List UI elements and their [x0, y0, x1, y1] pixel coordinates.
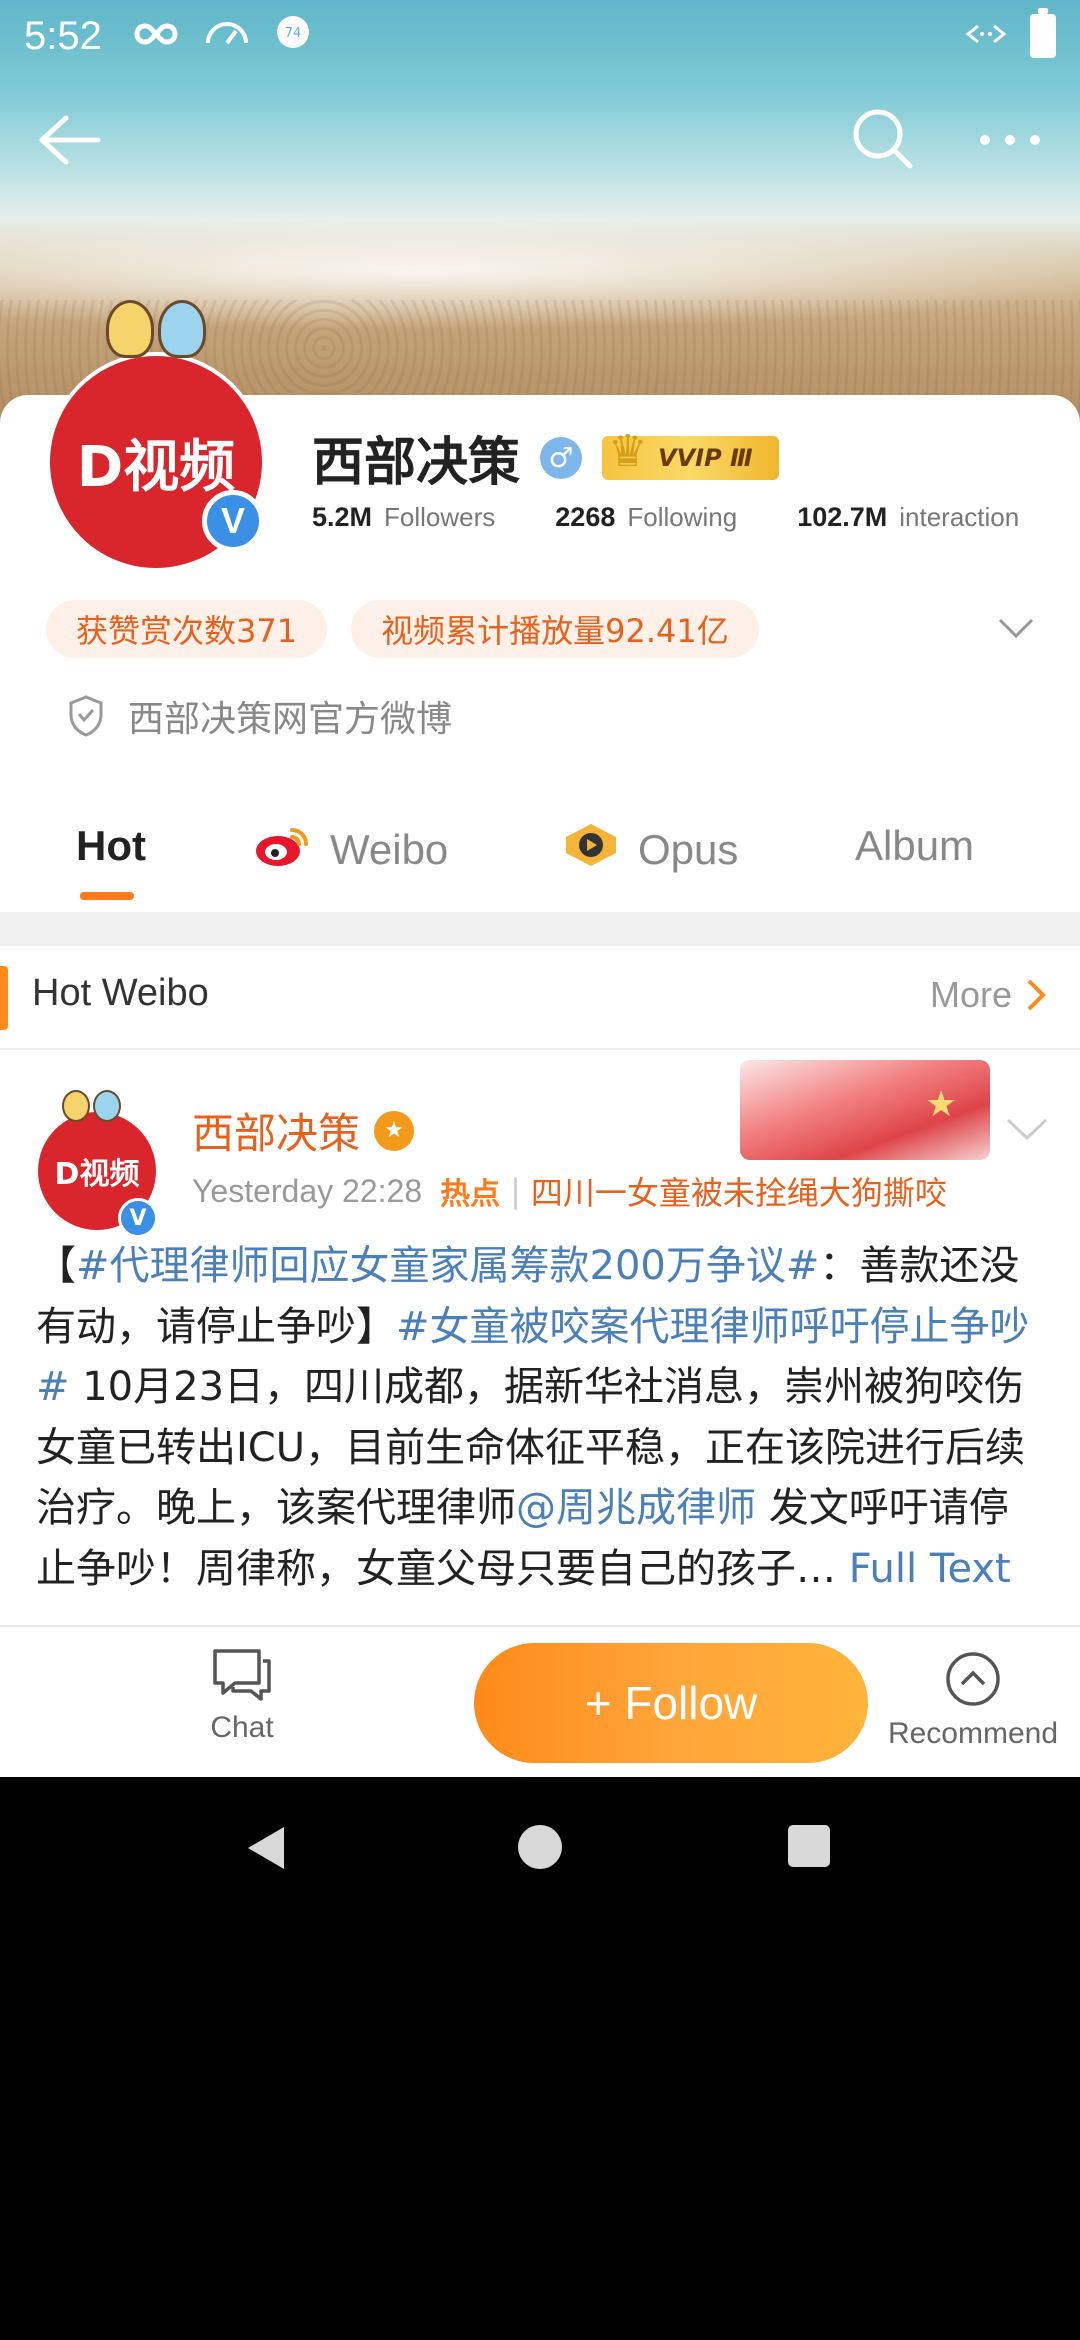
infinity-icon [134, 19, 178, 54]
data-arrows-icon [964, 22, 1008, 50]
medal-icon: ★ [374, 1110, 415, 1151]
status-time: 5:52 [24, 13, 102, 58]
speedometer-icon [204, 17, 250, 55]
shield-icon [69, 695, 103, 737]
tab-album-label: Album [855, 822, 975, 869]
back-arrow-icon[interactable] [36, 110, 102, 170]
profile-name-row: 西部决策 ♂ VVIP Ⅲ [312, 420, 779, 495]
post-time: Yesterday 22:28 [192, 1172, 423, 1209]
bottom-action-bar: Chat + Follow Recommend [0, 1625, 1080, 1777]
followers-label: Followers [384, 502, 496, 532]
system-nav-bar [0, 1777, 1080, 1917]
avatar-decoration-icon [62, 1090, 121, 1122]
interaction-stat[interactable]: 102.7M interaction [797, 502, 1019, 533]
interaction-count: 102.7M [797, 502, 888, 532]
notification-badge-number: 74 [285, 26, 302, 41]
nav-back-icon[interactable] [242, 1823, 288, 1873]
nav-recents-icon[interactable] [786, 1823, 832, 1869]
tag-video-plays[interactable]: 视频累计播放量92.41亿 [351, 600, 759, 658]
tag-tips-count[interactable]: 获赞赏次数371 [46, 600, 328, 658]
hot-weibo-title: Hot Weibo [32, 972, 209, 1014]
opus-play-icon [562, 822, 620, 878]
tab-active-indicator [80, 892, 134, 900]
post-text: 【#代理律师回应女童家属筹款200万争议#：善款还没有动，请停止争吵】#女童被咬… [36, 1236, 1046, 1599]
post-author-row[interactable]: 西部决策 ★ [192, 1100, 415, 1161]
profile-avatar-group[interactable]: D视频 V [46, 300, 272, 580]
more-icon[interactable] [975, 110, 1045, 170]
more-button[interactable]: More [930, 974, 1046, 1016]
verified-badge-icon: V [202, 490, 264, 552]
chat-icon [213, 1649, 271, 1701]
chevron-right-icon [1027, 979, 1046, 1011]
tab-weibo[interactable]: Weibo [254, 822, 448, 878]
section-accent-bar [0, 966, 8, 1030]
profile-name: 西部决策 [312, 433, 521, 493]
top-bar [0, 100, 1080, 180]
full-text-link[interactable]: Full Text [849, 1546, 1011, 1592]
verification-text: 西部决策网官方微博 [128, 699, 453, 740]
profile-stats: 5.2M Followers 2268 Following 102.7M intera… [312, 502, 1019, 533]
followers-count: 5.2M [312, 502, 373, 532]
battery-icon [1030, 8, 1056, 58]
post-topic-link[interactable]: 四川一女童被未拴绳大狗撕咬 [531, 1168, 947, 1214]
tab-hot[interactable]: Hot [76, 822, 146, 870]
chat-label: Chat [210, 1711, 274, 1744]
verified-badge-icon: V [118, 1198, 158, 1238]
verification-info: 西部决策网官方微博 [66, 690, 452, 742]
hot-weibo-header: Hot Weibo More [0, 946, 1080, 1050]
mention-link[interactable]: @周兆成律师 [516, 1485, 756, 1531]
notification-74-icon: 74 [276, 15, 310, 57]
profile-tags: 获赞赏次数371 视频累计播放量92.41亿 [46, 600, 759, 658]
tab-opus-label: Opus [638, 826, 739, 873]
tab-album[interactable]: Album [855, 822, 974, 870]
post-author[interactable]: 西部决策 [192, 1100, 360, 1161]
following-stat[interactable]: 2268 Following [555, 502, 737, 533]
chevron-up-circle-icon [946, 1652, 1000, 1706]
following-count: 2268 [555, 502, 616, 532]
tab-weibo-label: Weibo [330, 826, 449, 873]
gender-male-icon: ♂ [540, 436, 583, 479]
chat-button[interactable]: Chat [182, 1647, 302, 1745]
status-bar: 5:52 74 [0, 0, 1080, 72]
chevron-down-icon[interactable] [996, 610, 1036, 646]
interaction-label: interaction [899, 502, 1020, 532]
section-divider [0, 912, 1080, 946]
hashtag-link[interactable]: #代理律师回应女童家属筹款200万争议# [76, 1243, 819, 1289]
following-label: Following [627, 502, 738, 532]
follow-button[interactable]: + Follow [474, 1643, 868, 1763]
meta-separator: | [510, 1172, 521, 1210]
weibo-post[interactable]: D视频 V 西部决策 ★ Yesterday 22:28 热点 | 四川一女童被… [0, 1050, 1080, 1625]
recommend-button[interactable]: Recommend [866, 1651, 1080, 1751]
flag-decoration-image [740, 1060, 990, 1160]
more-label: More [930, 974, 1013, 1015]
chevron-down-icon[interactable] [1004, 1110, 1050, 1146]
vvip-badge[interactable]: VVIP Ⅲ [602, 426, 779, 480]
search-icon[interactable] [850, 106, 916, 172]
followers-stat[interactable]: 5.2M Followers [312, 502, 495, 533]
post-text-segment: 【 [36, 1243, 76, 1289]
weibo-logo-icon [254, 822, 312, 878]
avatar-decoration-icon [101, 300, 211, 370]
nav-home-icon[interactable] [516, 1823, 564, 1871]
tab-opus[interactable]: Opus [562, 822, 738, 878]
profile-tabs: Hot Weibo Opus Album [0, 800, 1080, 910]
hot-label: 热点 [440, 1177, 501, 1212]
recommend-label: Recommend [887, 1717, 1059, 1750]
post-meta: Yesterday 22:28 热点 | 四川一女童被未拴绳大狗撕咬 [192, 1168, 947, 1214]
tab-hot-label: Hot [76, 822, 146, 869]
